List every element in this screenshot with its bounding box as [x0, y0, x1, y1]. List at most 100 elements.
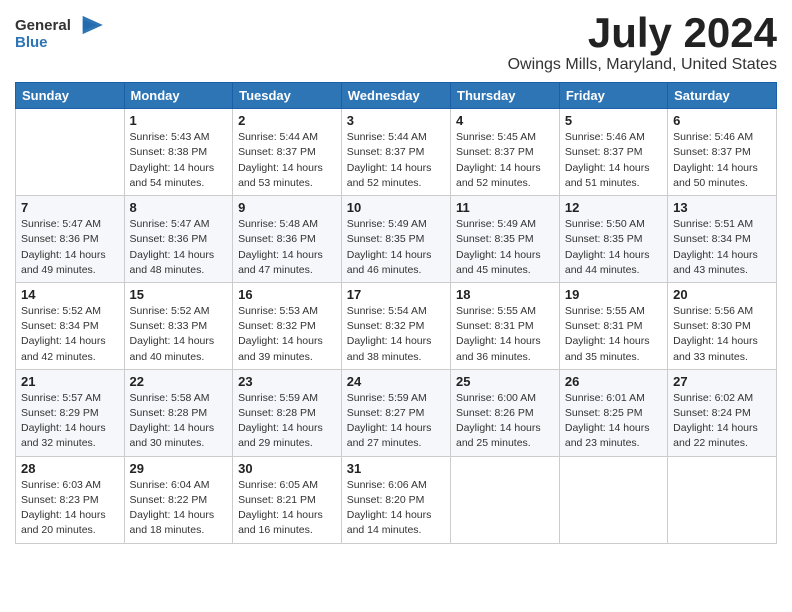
day-number: 23: [238, 374, 336, 389]
calendar-day-cell: 1Sunrise: 5:43 AM Sunset: 8:38 PM Daylig…: [124, 109, 233, 196]
calendar-day-cell: 12 Sunrise: 5:50 AM Sunset: 8:35 PM Dayli…: [559, 196, 667, 283]
calendar-weekday-header: Sunday: [16, 83, 125, 109]
day-number: 31: [347, 461, 445, 476]
day-number: 30: [238, 461, 336, 476]
calendar-day-cell: 11Sunrise: 5:49 AM Sunset: 8:35 PM Dayli…: [451, 196, 560, 283]
calendar-day-cell: 31 Sunrise: 6:06 AM Sunset: 8:20 PM Dayli…: [341, 456, 450, 543]
calendar-weekday-header: Saturday: [668, 83, 777, 109]
day-info: Sunrise: 5:49 AM Sunset: 8:35 PM Dayligh…: [347, 217, 445, 278]
calendar-weekday-header: Thursday: [451, 83, 560, 109]
day-info: Sunrise: 6:01 AM Sunset: 8:25 PM Dayligh…: [565, 391, 662, 452]
day-info: Sunrise: 6:02 AM Sunset: 8:24 PM Dayligh…: [673, 391, 771, 452]
calendar-day-cell: 16 Sunrise: 5:53 AM Sunset: 8:32 PM Dayli…: [233, 282, 342, 369]
day-number: 5: [565, 113, 662, 128]
logo-icon: [74, 14, 106, 36]
calendar-day-cell: 28 Sunrise: 6:03 AM Sunset: 8:23 PM Dayli…: [16, 456, 125, 543]
day-number: 8: [130, 200, 228, 215]
calendar-day-cell: 29Sunrise: 6:04 AM Sunset: 8:22 PM Dayli…: [124, 456, 233, 543]
logo-general-text: General: [15, 17, 71, 34]
calendar-day-cell: 8 Sunrise: 5:47 AM Sunset: 8:36 PM Daylig…: [124, 196, 233, 283]
calendar-day-cell: 24 Sunrise: 5:59 AM Sunset: 8:27 PM Dayli…: [341, 369, 450, 456]
calendar-day-cell: 15 Sunrise: 5:52 AM Sunset: 8:33 PM Dayli…: [124, 282, 233, 369]
day-info: Sunrise: 5:58 AM Sunset: 8:28 PM Dayligh…: [130, 391, 228, 452]
calendar-day-cell: 19Sunrise: 5:55 AM Sunset: 8:31 PM Dayli…: [559, 282, 667, 369]
calendar-day-cell: [559, 456, 667, 543]
logo: General Blue: [15, 14, 106, 51]
day-info: Sunrise: 5:50 AM Sunset: 8:35 PM Dayligh…: [565, 217, 662, 278]
calendar-header-row: SundayMondayTuesdayWednesdayThursdayFrid…: [16, 83, 777, 109]
day-number: 27: [673, 374, 771, 389]
day-info: Sunrise: 5:46 AM Sunset: 8:37 PM Dayligh…: [673, 130, 771, 191]
day-number: 1: [130, 113, 228, 128]
day-info: Sunrise: 5:52 AM Sunset: 8:33 PM Dayligh…: [130, 304, 228, 365]
calendar-day-cell: 23Sunrise: 5:59 AM Sunset: 8:28 PM Dayli…: [233, 369, 342, 456]
calendar-weekday-header: Wednesday: [341, 83, 450, 109]
day-number: 11: [456, 200, 554, 215]
day-info: Sunrise: 5:45 AM Sunset: 8:37 PM Dayligh…: [456, 130, 554, 191]
calendar-week-row: 1Sunrise: 5:43 AM Sunset: 8:38 PM Daylig…: [16, 109, 777, 196]
day-info: Sunrise: 5:56 AM Sunset: 8:30 PM Dayligh…: [673, 304, 771, 365]
day-number: 7: [21, 200, 119, 215]
day-info: Sunrise: 5:44 AM Sunset: 8:37 PM Dayligh…: [347, 130, 445, 191]
day-number: 6: [673, 113, 771, 128]
day-info: Sunrise: 5:51 AM Sunset: 8:34 PM Dayligh…: [673, 217, 771, 278]
calendar-day-cell: 6 Sunrise: 5:46 AM Sunset: 8:37 PM Daylig…: [668, 109, 777, 196]
calendar-day-cell: 7Sunrise: 5:47 AM Sunset: 8:36 PM Daylig…: [16, 196, 125, 283]
day-info: Sunrise: 5:46 AM Sunset: 8:37 PM Dayligh…: [565, 130, 662, 191]
calendar-week-row: 28 Sunrise: 6:03 AM Sunset: 8:23 PM Dayli…: [16, 456, 777, 543]
calendar-day-cell: 14 Sunrise: 5:52 AM Sunset: 8:34 PM Dayli…: [16, 282, 125, 369]
day-number: 20: [673, 287, 771, 302]
day-info: Sunrise: 5:48 AM Sunset: 8:36 PM Dayligh…: [238, 217, 336, 278]
calendar-week-row: 14 Sunrise: 5:52 AM Sunset: 8:34 PM Dayli…: [16, 282, 777, 369]
calendar-weekday-header: Monday: [124, 83, 233, 109]
day-number: 13: [673, 200, 771, 215]
day-info: Sunrise: 5:52 AM Sunset: 8:34 PM Dayligh…: [21, 304, 119, 365]
day-info: Sunrise: 6:00 AM Sunset: 8:26 PM Dayligh…: [456, 391, 554, 452]
calendar-day-cell: 21 Sunrise: 5:57 AM Sunset: 8:29 PM Dayli…: [16, 369, 125, 456]
calendar-day-cell: 4 Sunrise: 5:45 AM Sunset: 8:37 PM Daylig…: [451, 109, 560, 196]
title-area: July 2024 Owings Mills, Maryland, United…: [508, 10, 777, 74]
calendar-day-cell: [451, 456, 560, 543]
calendar-weekday-header: Friday: [559, 83, 667, 109]
day-number: 26: [565, 374, 662, 389]
day-number: 21: [21, 374, 119, 389]
day-number: 9: [238, 200, 336, 215]
calendar-day-cell: 17Sunrise: 5:54 AM Sunset: 8:32 PM Dayli…: [341, 282, 450, 369]
day-info: Sunrise: 5:57 AM Sunset: 8:29 PM Dayligh…: [21, 391, 119, 452]
calendar-day-cell: 13 Sunrise: 5:51 AM Sunset: 8:34 PM Dayli…: [668, 196, 777, 283]
calendar-body: 1Sunrise: 5:43 AM Sunset: 8:38 PM Daylig…: [16, 109, 777, 543]
day-info: Sunrise: 5:47 AM Sunset: 8:36 PM Dayligh…: [130, 217, 228, 278]
day-number: 18: [456, 287, 554, 302]
calendar-day-cell: [668, 456, 777, 543]
day-info: Sunrise: 5:55 AM Sunset: 8:31 PM Dayligh…: [456, 304, 554, 365]
day-info: Sunrise: 5:44 AM Sunset: 8:37 PM Dayligh…: [238, 130, 336, 191]
calendar-day-cell: 5 Sunrise: 5:46 AM Sunset: 8:37 PM Daylig…: [559, 109, 667, 196]
day-number: 19: [565, 287, 662, 302]
day-number: 25: [456, 374, 554, 389]
day-number: 24: [347, 374, 445, 389]
day-number: 4: [456, 113, 554, 128]
day-number: 15: [130, 287, 228, 302]
day-info: Sunrise: 6:05 AM Sunset: 8:21 PM Dayligh…: [238, 478, 336, 539]
day-number: 14: [21, 287, 119, 302]
day-number: 3: [347, 113, 445, 128]
calendar-day-cell: 2Sunrise: 5:44 AM Sunset: 8:37 PM Daylig…: [233, 109, 342, 196]
location-title: Owings Mills, Maryland, United States: [508, 56, 777, 74]
calendar-day-cell: [16, 109, 125, 196]
calendar-day-cell: 22Sunrise: 5:58 AM Sunset: 8:28 PM Dayli…: [124, 369, 233, 456]
day-info: Sunrise: 5:59 AM Sunset: 8:27 PM Dayligh…: [347, 391, 445, 452]
calendar-day-cell: 26 Sunrise: 6:01 AM Sunset: 8:25 PM Dayli…: [559, 369, 667, 456]
day-info: Sunrise: 5:53 AM Sunset: 8:32 PM Dayligh…: [238, 304, 336, 365]
calendar-day-cell: 30 Sunrise: 6:05 AM Sunset: 8:21 PM Dayli…: [233, 456, 342, 543]
calendar-week-row: 7 Sunrise: 5:47 AM Sunset: 8:36 PM Daylig…: [16, 196, 777, 283]
day-number: 12: [565, 200, 662, 215]
day-number: 29: [130, 461, 228, 476]
calendar-week-row: 21 Sunrise: 5:57 AM Sunset: 8:29 PM Dayli…: [16, 369, 777, 456]
calendar-day-cell: 18 Sunrise: 5:55 AM Sunset: 8:31 PM Dayli…: [451, 282, 560, 369]
day-number: 10: [347, 200, 445, 215]
day-info: Sunrise: 6:03 AM Sunset: 8:23 PM Dayligh…: [21, 478, 119, 539]
day-number: 16: [238, 287, 336, 302]
day-number: 28: [21, 461, 119, 476]
calendar-day-cell: 25 Sunrise: 6:00 AM Sunset: 8:26 PM Dayli…: [451, 369, 560, 456]
day-info: Sunrise: 6:06 AM Sunset: 8:20 PM Dayligh…: [347, 478, 445, 539]
